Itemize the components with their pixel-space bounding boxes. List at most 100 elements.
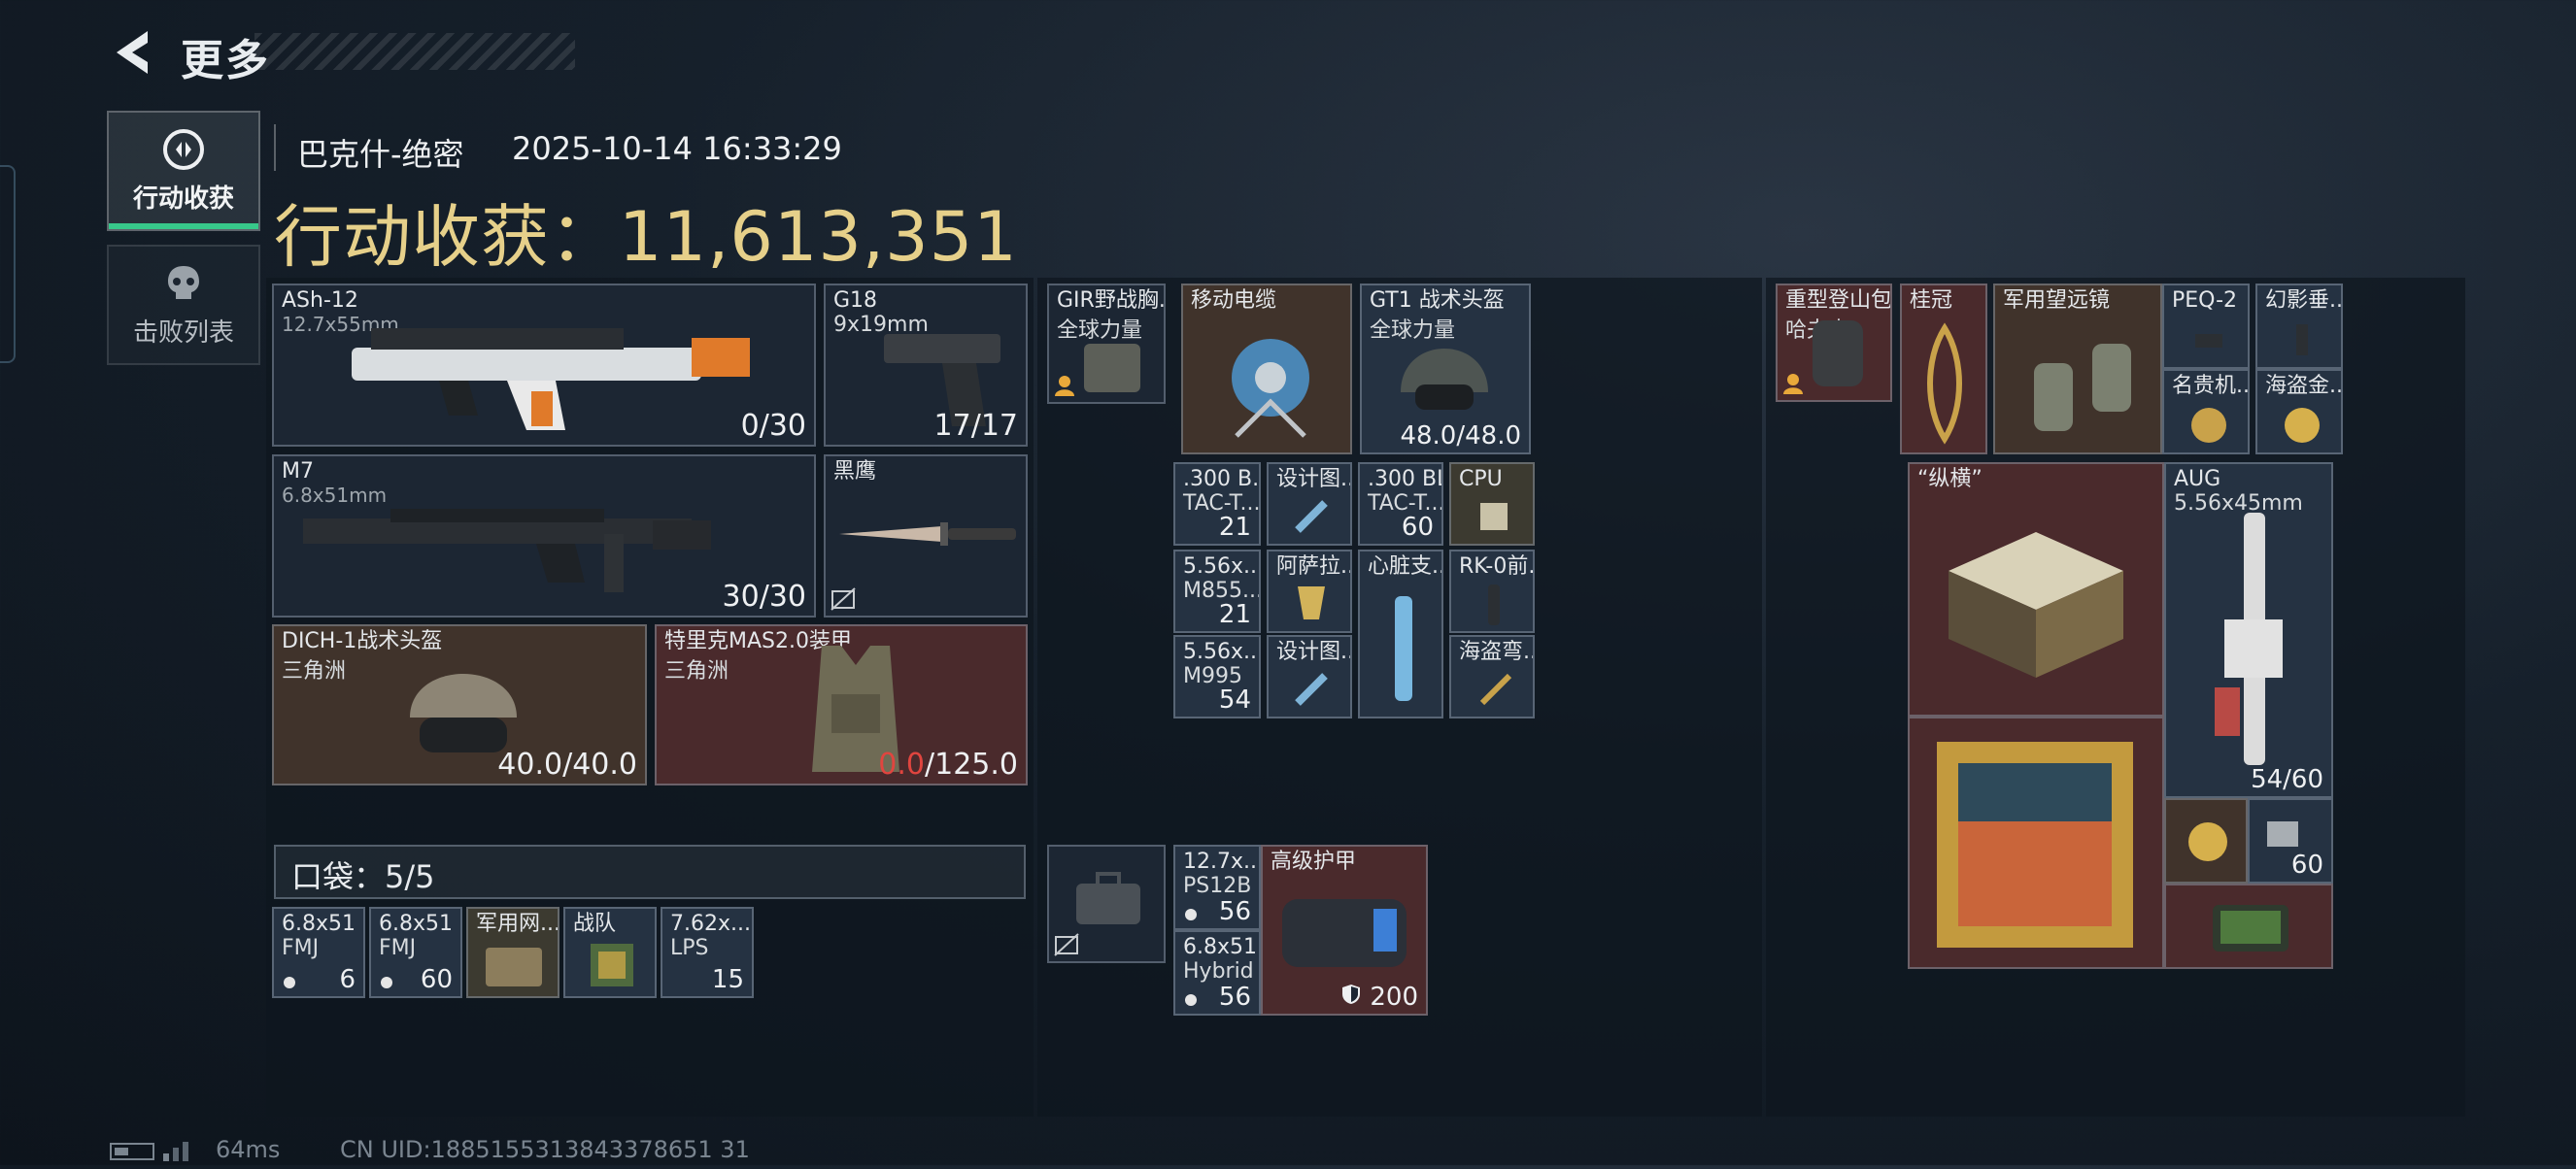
- item-name: 5.56x...: [1183, 554, 1261, 579]
- secure-case-slot[interactable]: [1047, 845, 1166, 963]
- primary-weapon-slot[interactable]: ASh-12 12.7x55mm 0/30: [272, 284, 816, 447]
- armor-slot[interactable]: 特里克MAS2.0装甲 三角洲 0.0/125.0: [655, 624, 1028, 785]
- pocket-item[interactable]: 6.8x51 FMJ 6: [272, 907, 365, 998]
- pirate-sword-icon: [1479, 673, 1512, 706]
- item-name: CPU: [1459, 467, 1503, 491]
- item-count: 56: [1218, 983, 1251, 1012]
- item-name: 军用网...: [476, 912, 559, 936]
- rig-item[interactable]: .300 B... TAC-T... 21: [1173, 462, 1261, 546]
- rig-item[interactable]: 海盗弯...: [1449, 635, 1535, 718]
- tab-kills[interactable]: 击败列表: [107, 245, 260, 365]
- tablet-icon: [2213, 905, 2288, 952]
- painting-item[interactable]: [1908, 717, 2164, 969]
- rifle-icon: [2215, 513, 2283, 765]
- backpack-item[interactable]: PEQ-2: [2162, 284, 2250, 369]
- heart-stent-icon: [1395, 596, 1412, 701]
- unlock-icon: [830, 587, 856, 611]
- side-drawer-handle[interactable]: [0, 165, 16, 363]
- ammo-count: 17/17: [933, 409, 1018, 443]
- item-name: 设计图...: [1276, 640, 1350, 664]
- backpack-item[interactable]: 桂冠: [1900, 284, 1987, 454]
- grip-icon: [1488, 584, 1500, 625]
- shield-icon: [1342, 985, 1361, 1004]
- rig-item[interactable]: 阿萨拉...: [1267, 550, 1352, 633]
- item-sub: Hybrid: [1183, 959, 1254, 984]
- backpack-item[interactable]: 海盗金...: [2255, 369, 2343, 454]
- item-name: GT1 战术头盔: [1370, 288, 1505, 313]
- tab-loot[interactable]: 行动收获: [107, 111, 260, 231]
- card-icon: [591, 944, 633, 986]
- item-count: 15: [711, 965, 744, 994]
- secondary-weapon-slot[interactable]: M7 6.8x51mm 30/30: [272, 454, 816, 618]
- item-count: 200: [1340, 983, 1418, 1012]
- backpack-item[interactable]: 幻影垂...: [2255, 284, 2343, 369]
- backpack-item[interactable]: 60: [2248, 798, 2333, 884]
- rig-item[interactable]: 5.56x... M855... 21: [1173, 550, 1261, 633]
- blueprint-icon: [1295, 500, 1328, 533]
- case-item[interactable]: 6.8x51 Hybrid 56: [1173, 930, 1261, 1016]
- gold-coin-icon: [2285, 408, 2320, 443]
- item-name: 幻影垂...: [2265, 288, 2343, 313]
- item-name: 移动电缆: [1191, 288, 1277, 313]
- rig-item[interactable]: 设计图...: [1267, 635, 1352, 718]
- rig-item[interactable]: 移动电缆: [1181, 284, 1352, 454]
- rig-item[interactable]: 心脏支...: [1358, 550, 1443, 718]
- rig-item[interactable]: 5.56x... M995 54: [1173, 635, 1261, 718]
- gold-coin-icon: [2188, 822, 2227, 861]
- haul-label: 行动收获：: [274, 197, 619, 277]
- rig-item[interactable]: CPU: [1449, 462, 1535, 546]
- item-sub: FMJ: [282, 936, 320, 960]
- ammo-count: 0/30: [740, 409, 806, 443]
- rig-item[interactable]: .300 BL... TAC-T... 60: [1358, 462, 1443, 546]
- rig-item[interactable]: GT1 战术头盔 全球力量 48.0/48.0: [1360, 284, 1531, 454]
- match-datetime: 2025-10-14 16:33:29: [512, 130, 842, 167]
- item-faction: 三角洲: [664, 659, 729, 684]
- ammo-count: 54/60: [2251, 765, 2323, 794]
- unlock-icon: [1054, 933, 1079, 956]
- pocket-item[interactable]: 军用网...: [466, 907, 559, 998]
- pistol-slot[interactable]: G18 9x19mm 17/17: [824, 284, 1028, 447]
- backpack-item[interactable]: [2164, 884, 2333, 969]
- item-name: 海盗弯...: [1459, 640, 1533, 664]
- helmet-durability: 40.0/40.0: [497, 748, 637, 782]
- case-item[interactable]: 高级护甲 200: [1261, 845, 1428, 1016]
- tab-loot-label: 行动收获: [132, 184, 234, 214]
- chest-rig-slot[interactable]: GIR野战胸... 全球力量: [1047, 284, 1166, 404]
- item-count: 56: [1218, 897, 1251, 926]
- chest-rig-icon: [1084, 344, 1140, 392]
- backpack-slot[interactable]: 重型登山包 哈夫克: [1776, 284, 1892, 402]
- case-item[interactable]: 12.7x... PS12B 56: [1173, 845, 1261, 930]
- item-name: 6.8x51: [1183, 935, 1258, 959]
- item-name: 5.56x...: [1183, 640, 1261, 664]
- rig-item[interactable]: RK-0前...: [1449, 550, 1535, 633]
- map-name: 巴克什-绝密: [297, 136, 464, 173]
- pocket-item[interactable]: 6.8x51 FMJ 60: [369, 907, 462, 998]
- item-count: 60: [420, 965, 453, 994]
- helmet-slot[interactable]: DICH-1战术头盔 三角洲 40.0/40.0: [272, 624, 647, 785]
- item-name: RK-0前...: [1459, 554, 1535, 579]
- melee-slot[interactable]: 黑鹰: [824, 454, 1028, 618]
- team-icon: [1055, 376, 1074, 396]
- cup-icon: [1298, 586, 1325, 619]
- binoculars-icon: [2034, 344, 2131, 431]
- page-title: 更多: [181, 36, 270, 85]
- ammo-box-icon: [2267, 821, 2298, 847]
- ammo-dot: [284, 977, 295, 988]
- pocket-item[interactable]: 战队: [563, 907, 657, 998]
- chevron-left-icon: [117, 31, 148, 74]
- item-name: .300 BL...: [1368, 467, 1441, 491]
- back-button[interactable]: [109, 27, 155, 78]
- backpack-item[interactable]: “纵横”: [1908, 462, 2164, 717]
- pocket-item[interactable]: 7.62x... LPS 15: [661, 907, 754, 998]
- item-name: PEQ-2: [2172, 288, 2238, 313]
- item-name: 高级护甲: [1271, 850, 1357, 874]
- pocket-label: 口袋：5/5: [291, 852, 435, 897]
- rig-item[interactable]: 设计图...: [1267, 462, 1352, 546]
- uid-text: CN UID:1885155313843378651 31: [340, 1136, 750, 1163]
- item-sub: PS12B: [1183, 874, 1252, 898]
- backpack-item[interactable]: [2164, 798, 2248, 884]
- backpack-item[interactable]: 军用望远镜: [1993, 284, 2162, 454]
- backpack-item[interactable]: AUG 5.56x45mm 54/60: [2164, 462, 2333, 798]
- skull-icon: [168, 265, 199, 299]
- backpack-item[interactable]: 名贵机...: [2162, 369, 2250, 454]
